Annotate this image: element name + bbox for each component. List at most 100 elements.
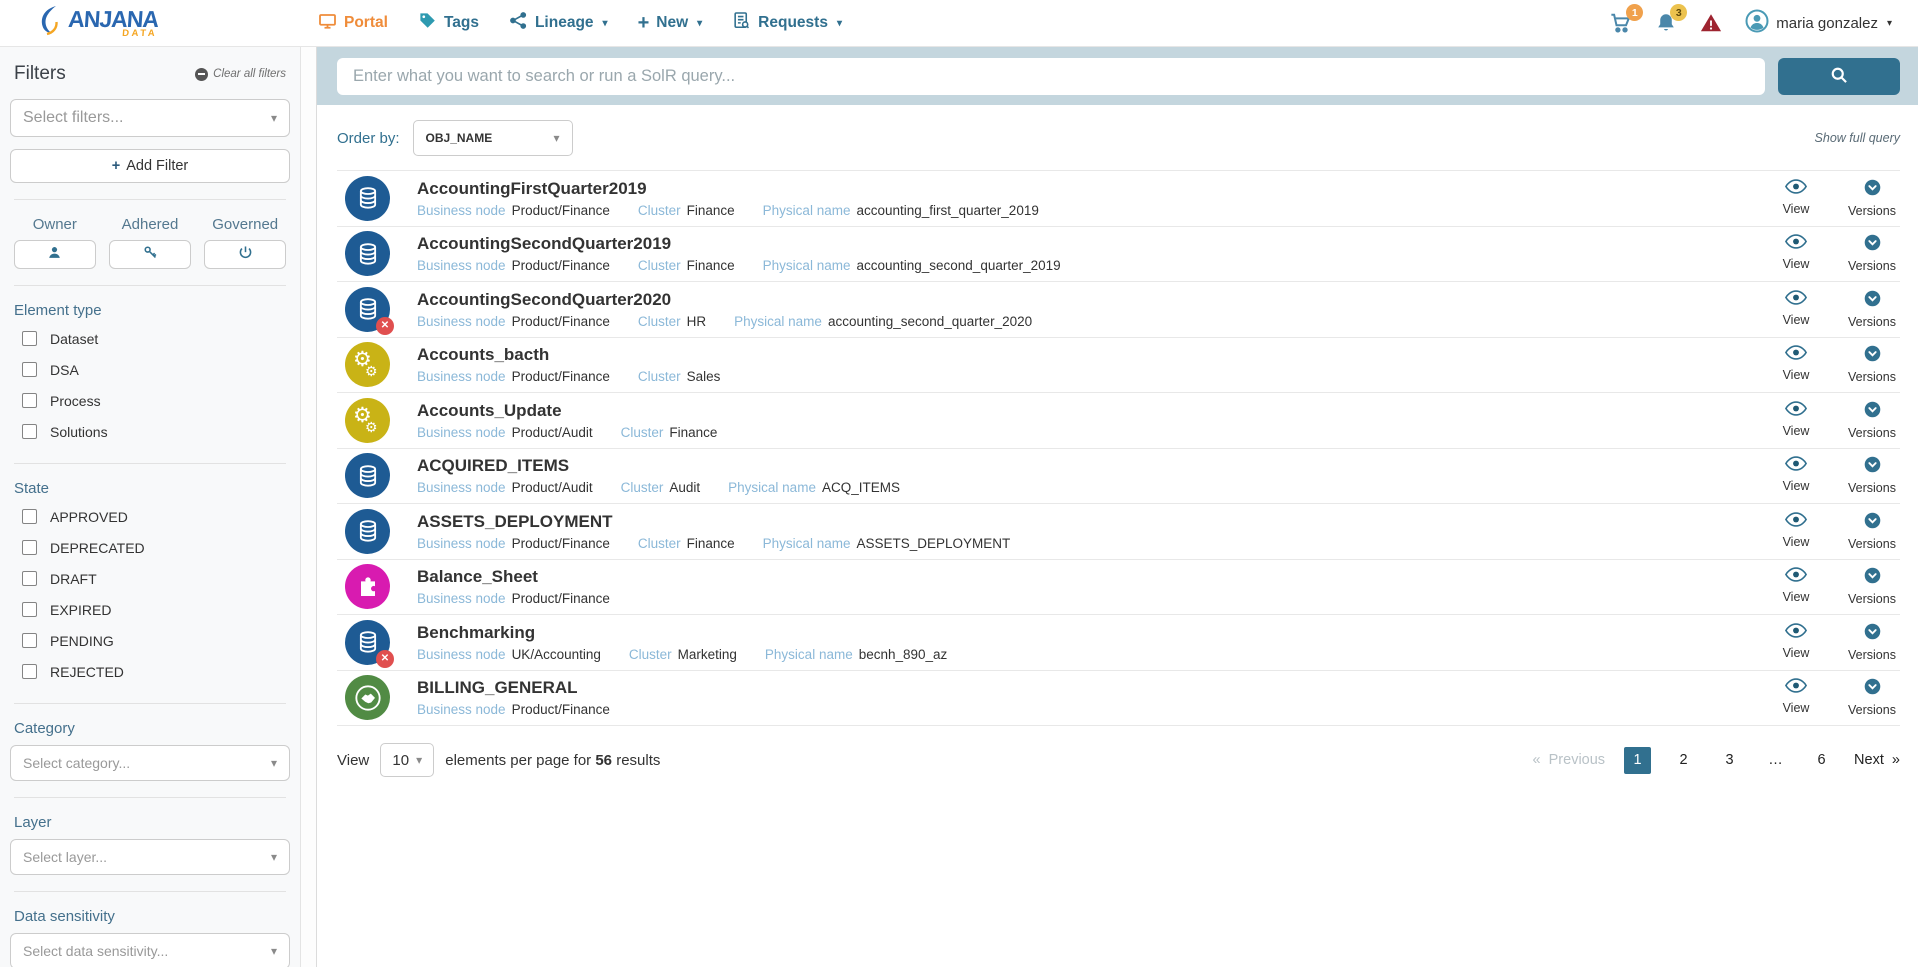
nav-portal[interactable]: Portal xyxy=(318,12,388,35)
alerts-button[interactable] xyxy=(1699,12,1723,34)
checkbox[interactable] xyxy=(22,424,37,439)
versions-button[interactable]: Versions xyxy=(1846,512,1898,551)
order-by-dropdown[interactable]: OBJ_NAME ▾ xyxy=(413,120,573,156)
meta-label[interactable]: Cluster xyxy=(621,425,664,440)
meta-label[interactable]: Physical name xyxy=(763,203,851,218)
filter-checkbox-expired[interactable]: EXPIRED xyxy=(22,594,286,625)
result-title[interactable]: ASSETS_DEPLOYMENT xyxy=(417,512,1770,532)
page-button-2[interactable]: 2 xyxy=(1670,747,1697,774)
view-button[interactable]: View xyxy=(1770,345,1822,384)
layer-dropdown[interactable]: Select layer... ▾ xyxy=(10,839,290,875)
checkbox[interactable] xyxy=(22,509,37,524)
checkbox[interactable] xyxy=(22,362,37,377)
view-button[interactable]: View xyxy=(1770,623,1822,662)
result-title[interactable]: ACQUIRED_ITEMS xyxy=(417,456,1770,476)
filter-checkbox-solutions[interactable]: Solutions xyxy=(22,416,286,447)
checkbox[interactable] xyxy=(22,664,37,679)
filter-checkbox-pending[interactable]: PENDING xyxy=(22,625,286,656)
result-title[interactable]: Accounts_Update xyxy=(417,401,1770,421)
user-menu[interactable]: maria gonzalez ▾ xyxy=(1745,9,1892,37)
filter-checkbox-approved[interactable]: APPROVED xyxy=(22,501,286,532)
meta-label[interactable]: Cluster xyxy=(638,369,681,384)
versions-button[interactable]: Versions xyxy=(1846,179,1898,218)
result-title[interactable]: AccountingFirstQuarter2019 xyxy=(417,179,1770,199)
checkbox[interactable] xyxy=(22,602,37,617)
owner-toggle-button[interactable] xyxy=(14,240,96,269)
meta-label[interactable]: Cluster xyxy=(629,647,672,662)
versions-button[interactable]: Versions xyxy=(1846,678,1898,717)
page-size-dropdown[interactable]: 10 ▾ xyxy=(380,743,434,777)
meta-label[interactable]: Physical name xyxy=(728,480,816,495)
nav-tags[interactable]: Tags xyxy=(418,11,479,35)
meta-label[interactable]: Physical name xyxy=(734,314,822,329)
search-input[interactable] xyxy=(337,58,1765,95)
meta-label[interactable]: Business node xyxy=(417,702,506,717)
select-filters-dropdown[interactable]: Select filters... ▾ xyxy=(10,99,290,137)
anjana-logo[interactable]: ANJANA DATA xyxy=(0,5,318,42)
result-title[interactable]: Benchmarking xyxy=(417,623,1770,643)
nav-new[interactable]: + New ▾ xyxy=(638,13,703,33)
meta-label[interactable]: Cluster xyxy=(638,314,681,329)
meta-label[interactable]: Cluster xyxy=(638,203,681,218)
checkbox[interactable] xyxy=(22,393,37,408)
filter-checkbox-rejected[interactable]: REJECTED xyxy=(22,656,286,687)
meta-label[interactable]: Business node xyxy=(417,480,506,495)
filter-checkbox-draft[interactable]: DRAFT xyxy=(22,563,286,594)
filter-checkbox-dataset[interactable]: Dataset xyxy=(22,323,286,354)
meta-label[interactable]: Cluster xyxy=(638,258,681,273)
sidebar-scrollbar[interactable] xyxy=(300,47,317,967)
meta-label[interactable]: Business node xyxy=(417,258,506,273)
next-page-button[interactable]: Next » xyxy=(1854,752,1900,768)
filter-checkbox-process[interactable]: Process xyxy=(22,385,286,416)
versions-button[interactable]: Versions xyxy=(1846,567,1898,606)
governed-toggle-button[interactable] xyxy=(204,240,286,269)
checkbox[interactable] xyxy=(22,331,37,346)
category-dropdown[interactable]: Select category... ▾ xyxy=(10,745,290,781)
view-button[interactable]: View xyxy=(1770,290,1822,329)
meta-label[interactable]: Cluster xyxy=(638,536,681,551)
adhered-toggle-button[interactable] xyxy=(109,240,191,269)
view-button[interactable]: View xyxy=(1770,401,1822,440)
nav-lineage[interactable]: Lineage ▾ xyxy=(509,11,608,35)
meta-label[interactable]: Business node xyxy=(417,425,506,440)
versions-button[interactable]: Versions xyxy=(1846,456,1898,495)
checkbox[interactable] xyxy=(22,540,37,555)
page-button-1[interactable]: 1 xyxy=(1624,747,1651,774)
view-button[interactable]: View xyxy=(1770,678,1822,717)
meta-label[interactable]: Business node xyxy=(417,369,506,384)
meta-label[interactable]: Business node xyxy=(417,314,506,329)
meta-label[interactable]: Physical name xyxy=(763,258,851,273)
previous-page-button[interactable]: « Previous xyxy=(1533,752,1606,768)
notifications-button[interactable]: 3 xyxy=(1655,12,1677,34)
versions-button[interactable]: Versions xyxy=(1846,623,1898,662)
view-button[interactable]: View xyxy=(1770,179,1822,218)
meta-label[interactable]: Business node xyxy=(417,203,506,218)
versions-button[interactable]: Versions xyxy=(1846,234,1898,273)
result-title[interactable]: AccountingSecondQuarter2019 xyxy=(417,234,1770,254)
meta-label[interactable]: Business node xyxy=(417,536,506,551)
meta-label[interactable]: Cluster xyxy=(621,480,664,495)
checkbox[interactable] xyxy=(22,633,37,648)
result-title[interactable]: Balance_Sheet xyxy=(417,567,1770,587)
view-button[interactable]: View xyxy=(1770,512,1822,551)
clear-all-filters-button[interactable]: Clear all filters xyxy=(195,68,286,81)
filter-checkbox-deprecated[interactable]: DEPRECATED xyxy=(22,532,286,563)
meta-label[interactable]: Physical name xyxy=(763,536,851,551)
view-button[interactable]: View xyxy=(1770,234,1822,273)
versions-button[interactable]: Versions xyxy=(1846,401,1898,440)
checkbox[interactable] xyxy=(22,571,37,586)
cart-button[interactable]: 1 xyxy=(1609,12,1633,34)
meta-label[interactable]: Physical name xyxy=(765,647,853,662)
result-title[interactable]: AccountingSecondQuarter2020 xyxy=(417,290,1770,310)
meta-label[interactable]: Business node xyxy=(417,647,506,662)
view-button[interactable]: View xyxy=(1770,456,1822,495)
versions-button[interactable]: Versions xyxy=(1846,290,1898,329)
result-title[interactable]: Accounts_bacth xyxy=(417,345,1770,365)
show-full-query-link[interactable]: Show full query xyxy=(1815,131,1900,145)
versions-button[interactable]: Versions xyxy=(1846,345,1898,384)
result-title[interactable]: BILLING_GENERAL xyxy=(417,678,1770,698)
meta-label[interactable]: Business node xyxy=(417,591,506,606)
data-sensitivity-dropdown[interactable]: Select data sensitivity... ▾ xyxy=(10,933,290,967)
page-button-6[interactable]: 6 xyxy=(1808,747,1835,774)
nav-requests[interactable]: Requests ▾ xyxy=(732,11,842,35)
